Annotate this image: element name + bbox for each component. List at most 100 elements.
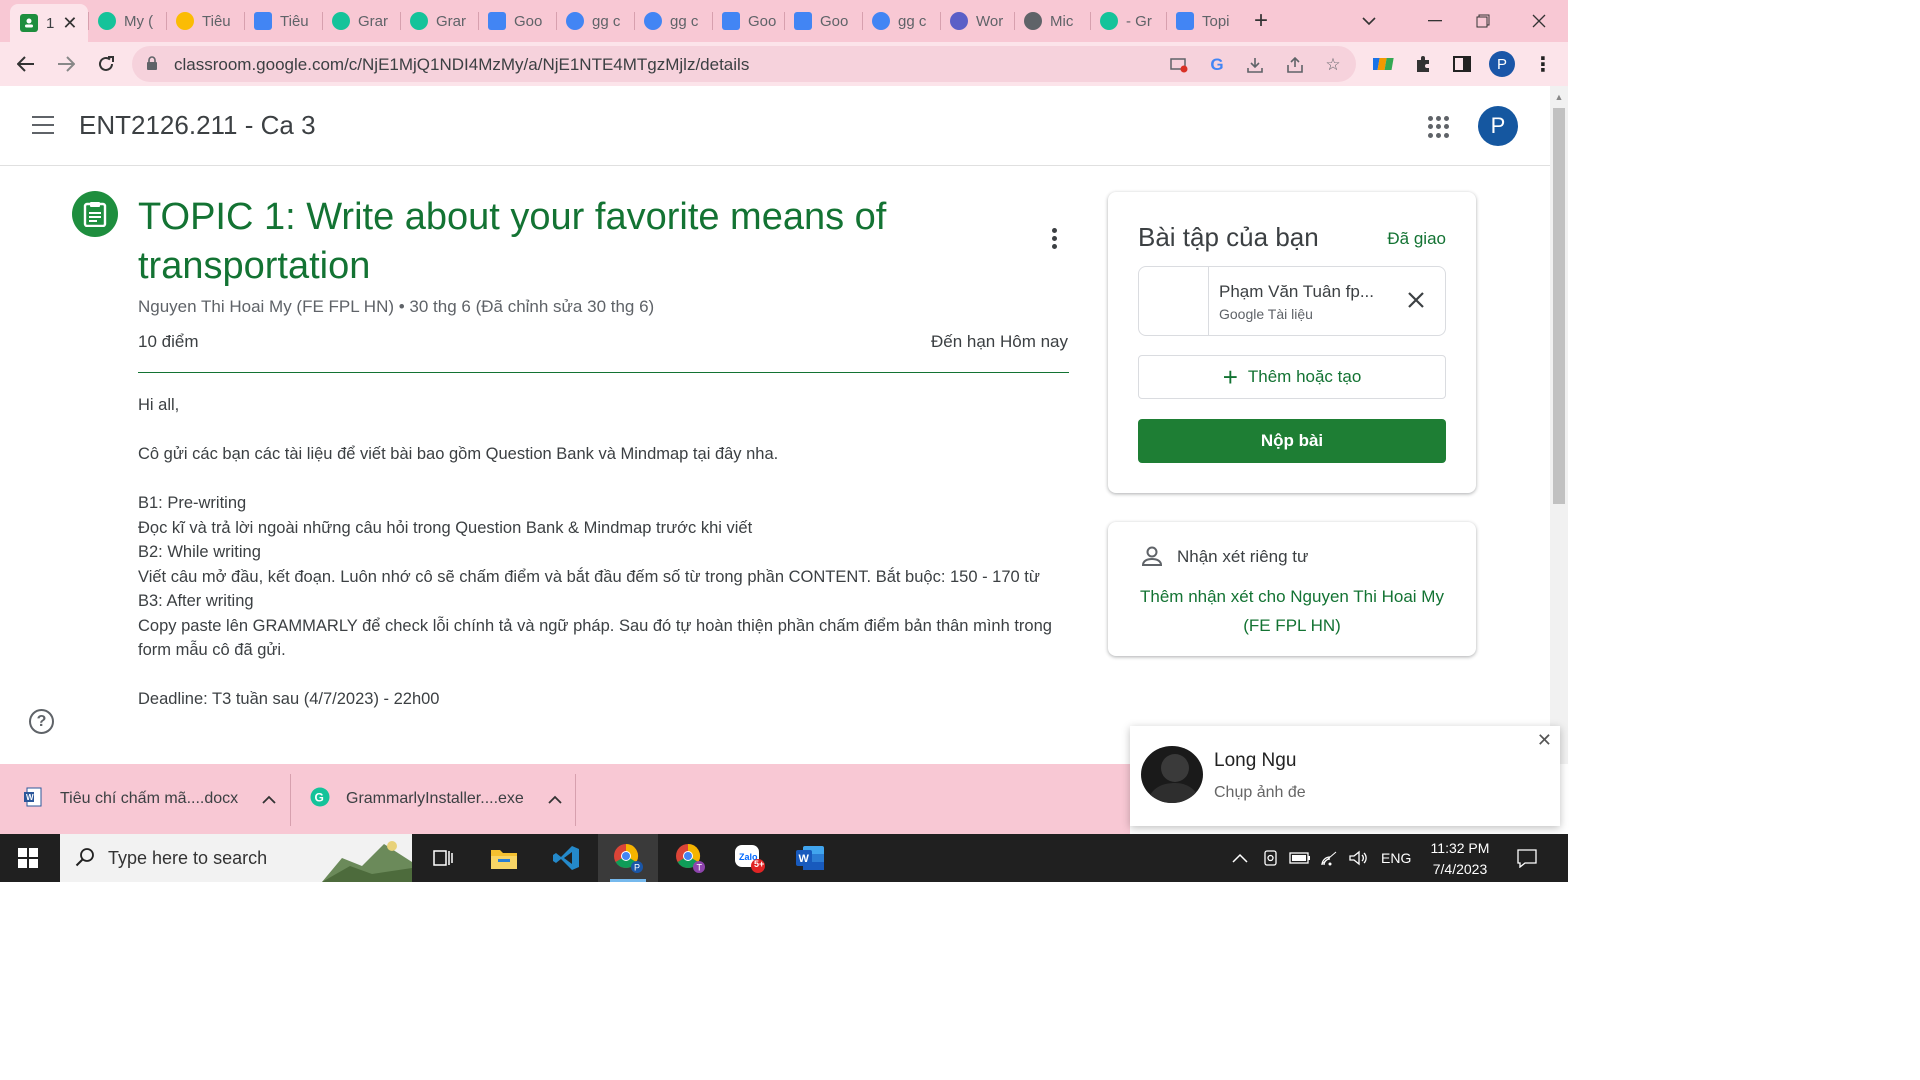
download-file-name[interactable]: GrammarlyInstaller....exe bbox=[346, 790, 524, 808]
tab-label: Tiêu bbox=[280, 12, 309, 30]
download-item[interactable]: G GrammarlyInstaller....exe bbox=[310, 764, 562, 834]
taskbar-search-box[interactable]: Type here to search bbox=[60, 834, 412, 882]
browser-tab[interactable]: gg c bbox=[566, 6, 628, 36]
close-window-icon[interactable] bbox=[1532, 6, 1552, 36]
remove-attachment-icon[interactable] bbox=[1407, 285, 1425, 315]
back-arrow-icon[interactable] bbox=[12, 50, 40, 78]
add-private-comment-link[interactable]: Thêm nhận xét cho Nguyen Thi Hoai My (FE… bbox=[1138, 582, 1446, 640]
tab-label: My ( bbox=[124, 12, 154, 30]
private-comments-card: Nhận xét riêng tư Thêm nhận xét cho Nguy… bbox=[1108, 522, 1476, 656]
grammarly-icon bbox=[410, 12, 428, 30]
download-item[interactable]: W Tiêu chí chấm mã....docx bbox=[24, 764, 276, 834]
install-app-icon[interactable] bbox=[1244, 54, 1266, 76]
add-or-create-button[interactable]: + Thêm hoặc tạo bbox=[1138, 355, 1446, 399]
tab-label: Topi bbox=[1202, 12, 1230, 30]
browser-tab[interactable]: Topi bbox=[1176, 6, 1238, 36]
close-notification-icon[interactable]: ✕ bbox=[1537, 730, 1552, 751]
camera-blocked-icon[interactable] bbox=[1168, 54, 1190, 76]
url-text[interactable]: classroom.google.com/c/NjE1MjQ1NDI4MzMy/… bbox=[174, 55, 749, 75]
search-placeholder[interactable]: Type here to search bbox=[108, 848, 267, 869]
task-view-icon[interactable] bbox=[412, 834, 472, 882]
file-explorer-icon[interactable] bbox=[474, 834, 534, 882]
share-icon[interactable] bbox=[1284, 54, 1306, 76]
side-panel-icon[interactable] bbox=[1450, 52, 1474, 76]
browser-tab[interactable]: gg c bbox=[644, 6, 706, 36]
wifi-icon[interactable] bbox=[1320, 834, 1340, 882]
taskbar-clock[interactable]: 11:32 PM 7/4/2023 bbox=[1418, 838, 1502, 880]
browser-tab[interactable]: Goo bbox=[794, 6, 856, 36]
submit-button[interactable]: Nộp bài bbox=[1138, 419, 1446, 463]
browser-tab[interactable]: Goo bbox=[722, 6, 784, 36]
scroll-thumb[interactable] bbox=[1553, 108, 1565, 504]
chevron-up-icon[interactable] bbox=[262, 791, 276, 807]
download-file-name[interactable]: Tiêu chí chấm mã....docx bbox=[60, 790, 238, 808]
close-tab-icon[interactable]: ✕ bbox=[62, 13, 77, 34]
browser-tab[interactable]: My ( bbox=[98, 6, 160, 36]
browser-tab[interactable]: Tiêu bbox=[254, 6, 316, 36]
browser-tab[interactable]: Mic bbox=[1024, 6, 1086, 36]
attachment-name[interactable]: Phạm Văn Tuân fp... bbox=[1219, 282, 1374, 302]
reload-icon[interactable] bbox=[92, 50, 120, 78]
clock-date: 7/4/2023 bbox=[1432, 861, 1488, 877]
browser-tab[interactable]: gg c bbox=[872, 6, 934, 36]
translate-icon bbox=[794, 12, 812, 30]
input-language[interactable]: ENG bbox=[1381, 834, 1411, 882]
browser-profile-avatar[interactable]: P bbox=[1489, 51, 1515, 77]
chat-notification[interactable]: Long Ngu Chụp ảnh đe ✕ bbox=[1130, 726, 1560, 826]
browser-tab[interactable]: - Gr bbox=[1100, 6, 1162, 36]
instruction-line bbox=[138, 467, 1073, 492]
google-lens-icon[interactable]: G bbox=[1206, 54, 1228, 76]
hamburger-menu-icon[interactable] bbox=[32, 116, 56, 136]
browser-tab[interactable]: Tiêu bbox=[176, 6, 238, 36]
grammarly-icon: G bbox=[310, 787, 330, 812]
forward-arrow-icon[interactable] bbox=[52, 50, 80, 78]
class-title[interactable]: ENT2126.211 - Ca 3 bbox=[79, 110, 316, 141]
attachment-card[interactable]: Phạm Văn Tuân fp... Google Tài liệu bbox=[1138, 266, 1446, 336]
tab-label: Grar bbox=[436, 12, 466, 30]
instruction-line: B1: Pre-writing bbox=[138, 494, 247, 512]
svg-text:T: T bbox=[697, 863, 703, 873]
tab-label: gg c bbox=[592, 12, 621, 30]
fpt-extension-icon[interactable] bbox=[1372, 52, 1396, 76]
battery-icon[interactable] bbox=[1289, 834, 1311, 882]
more-options-icon[interactable] bbox=[1046, 228, 1062, 254]
google-apps-icon[interactable] bbox=[1428, 116, 1450, 138]
attachment-thumbnail[interactable] bbox=[1139, 267, 1209, 335]
instruction-line: Hi all, bbox=[138, 396, 180, 414]
tab-search-chevron-icon[interactable] bbox=[1362, 6, 1382, 36]
lock-icon[interactable] bbox=[146, 56, 158, 71]
restore-icon[interactable] bbox=[1476, 6, 1496, 36]
minimize-icon[interactable] bbox=[1428, 6, 1448, 36]
volume-icon[interactable] bbox=[1348, 834, 1368, 882]
instruction-line: Đọc kĩ và trả lời ngoài những câu hỏi tr… bbox=[138, 518, 753, 537]
instruction-line: Copy paste lên GRAMMARLY để check lỗi ch… bbox=[138, 616, 1052, 660]
notification-center-icon[interactable] bbox=[1516, 834, 1538, 882]
show-hidden-icons-chevron-icon[interactable] bbox=[1232, 834, 1248, 882]
browser-tab[interactable]: Grar bbox=[332, 6, 394, 36]
meet-now-icon[interactable] bbox=[1262, 834, 1280, 882]
browser-toolbar: classroom.google.com/c/NjE1MjQ1NDI4MzMy/… bbox=[0, 42, 1568, 86]
word-doc-icon: W bbox=[24, 787, 42, 812]
browser-tab[interactable]: Goo bbox=[488, 6, 550, 36]
user-avatar[interactable]: P bbox=[1478, 106, 1518, 146]
search-icon bbox=[75, 848, 94, 867]
new-tab-button[interactable]: + bbox=[1254, 6, 1276, 36]
windows-start-icon[interactable] bbox=[18, 848, 38, 868]
scroll-up-icon[interactable]: ▲ bbox=[1554, 92, 1564, 102]
page-scrollbar[interactable]: ▲ bbox=[1550, 86, 1568, 764]
browser-tab[interactable]: Wor bbox=[950, 6, 1012, 36]
vscode-icon[interactable] bbox=[536, 834, 596, 882]
tab-classroom[interactable]: 1 ✕ bbox=[10, 4, 88, 42]
chrome-profile-p-icon[interactable]: P bbox=[598, 834, 658, 882]
chevron-up-icon[interactable] bbox=[548, 791, 562, 807]
help-icon[interactable]: ? bbox=[29, 709, 54, 734]
chrome-profile-t-icon[interactable]: T bbox=[660, 834, 720, 882]
browser-menu-icon[interactable]: ⋮ bbox=[1531, 52, 1555, 76]
address-bar[interactable]: classroom.google.com/c/NjE1MjQ1NDI4MzMy/… bbox=[132, 46, 1356, 82]
word-icon[interactable]: W bbox=[780, 834, 840, 882]
bookmark-star-icon[interactable]: ☆ bbox=[1322, 54, 1344, 76]
extensions-puzzle-icon[interactable] bbox=[1411, 52, 1435, 76]
zalo-icon[interactable]: Zalo 5+ bbox=[720, 834, 780, 882]
browser-tab[interactable]: Grar bbox=[410, 6, 472, 36]
instruction-line: B3: After writing bbox=[138, 592, 254, 610]
